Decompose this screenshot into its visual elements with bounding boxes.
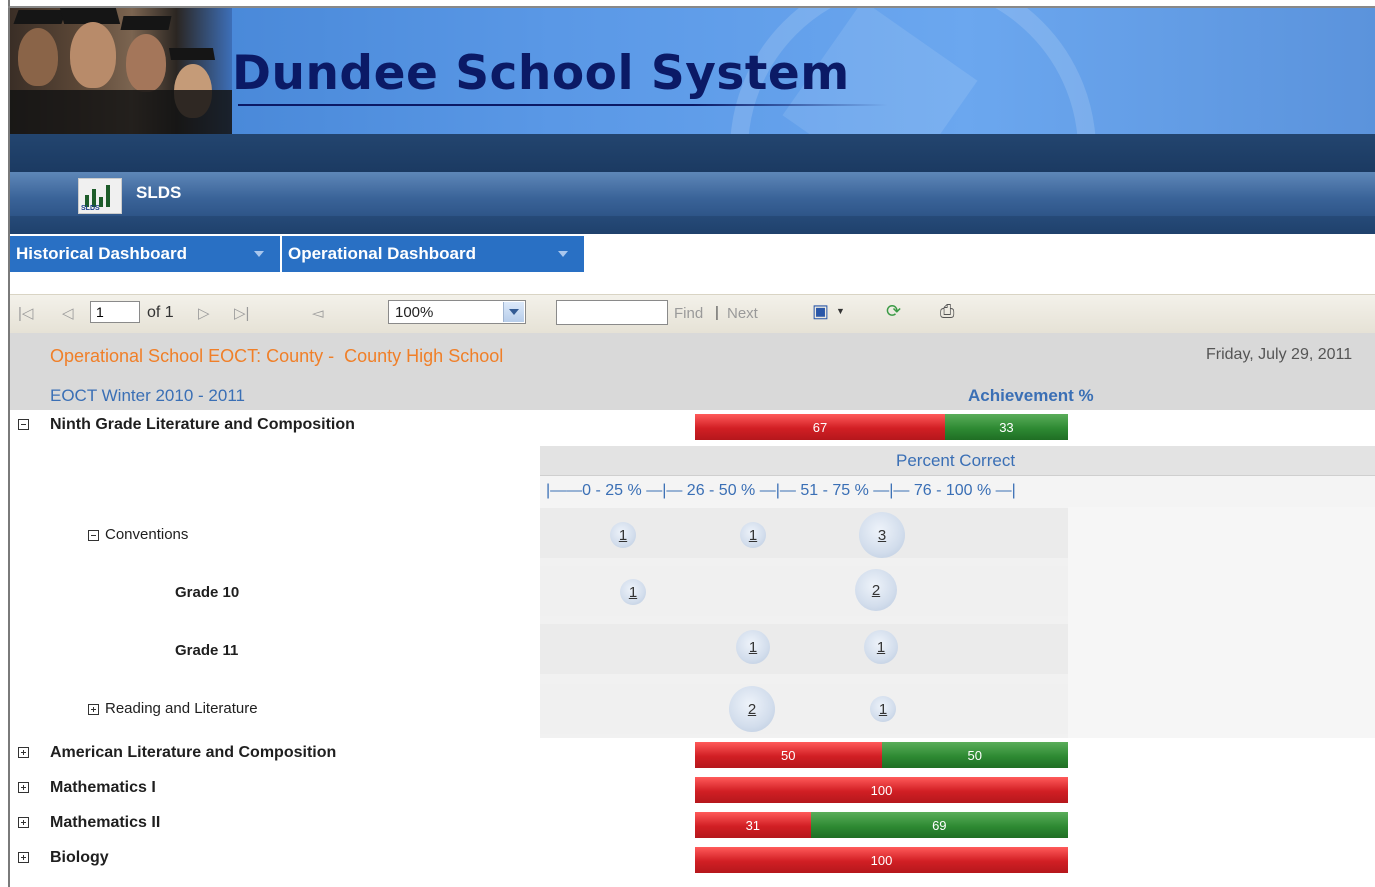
bar-segment-below: 50 xyxy=(695,742,882,768)
find-separator: | xyxy=(715,304,719,321)
nav-operational-dashboard-label: Operational Dashboard xyxy=(288,244,476,263)
report-window: Dundee School System SLDS SLDS Historica… xyxy=(0,0,1375,887)
find-link[interactable]: Find xyxy=(674,305,703,322)
chevron-down-icon[interactable] xyxy=(558,251,568,257)
percent-correct-title: Percent Correct xyxy=(896,451,1016,470)
detail-label: Grade 11 xyxy=(175,642,239,659)
subject-name[interactable]: Mathematics I xyxy=(50,779,156,797)
print-icon[interactable]: ⎙ xyxy=(940,301,954,322)
students-photo xyxy=(10,8,232,134)
bar-segment-below: 100 xyxy=(695,777,1068,803)
count-bubble[interactable]: 1 xyxy=(736,630,770,664)
count-bubble[interactable]: 1 xyxy=(740,522,766,548)
subject-name[interactable]: Mathematics II xyxy=(50,814,160,832)
slds-logo-text: SLDS xyxy=(81,205,100,212)
chevron-down-icon[interactable] xyxy=(254,251,264,257)
detail-label[interactable]: Reading and Literature xyxy=(105,700,258,717)
app-name[interactable]: SLDS xyxy=(136,183,181,203)
detail-label[interactable]: Conventions xyxy=(105,526,188,543)
save-icon[interactable]: ▣ xyxy=(812,301,829,322)
subject-name[interactable]: American Literature and Composition xyxy=(50,744,336,762)
first-page-icon[interactable]: |◁ xyxy=(18,304,33,322)
last-page-icon[interactable]: ▷| xyxy=(234,304,249,322)
collapse-icon[interactable] xyxy=(88,530,99,541)
count-bubble[interactable]: 1 xyxy=(864,630,898,664)
expand-icon[interactable] xyxy=(18,747,29,758)
count-bubble[interactable]: 1 xyxy=(620,579,646,605)
bar-segment-below: 67 xyxy=(695,414,945,440)
count-bubble[interactable]: 2 xyxy=(729,686,775,732)
achievement-header: Achievement % xyxy=(968,386,1094,405)
app-bar-bottom xyxy=(10,216,1375,234)
back-icon[interactable]: ◅ xyxy=(312,304,324,322)
header-strip xyxy=(10,134,1375,172)
count-bubble[interactable]: 2 xyxy=(855,569,897,611)
detail-label: Grade 10 xyxy=(175,584,240,601)
nav-historical-dashboard-label: Historical Dashboard xyxy=(16,244,187,263)
find-text-input[interactable] xyxy=(556,300,668,325)
report-title-school: County High School xyxy=(344,346,504,366)
count-bubble[interactable]: 1 xyxy=(870,696,896,722)
next-link[interactable]: Next xyxy=(727,305,758,322)
percent-scale: |——0 - 25 % —|— 26 - 50 % —|— 51 - 75 % … xyxy=(546,482,1016,499)
report-header: Operational School EOCT: County - County … xyxy=(10,333,1375,410)
achievement-bar: 31 69 xyxy=(695,812,1068,838)
refresh-icon[interactable]: ⟳ xyxy=(886,301,901,322)
slds-logo-icon[interactable]: SLDS xyxy=(78,178,122,214)
subject-name[interactable]: Ninth Grade Literature and Composition xyxy=(50,416,355,434)
zoom-value: 100% xyxy=(395,304,434,321)
window-border-top xyxy=(8,6,1375,8)
page-count: of 1 xyxy=(147,304,174,321)
bar-segment-below: 100 xyxy=(695,847,1068,873)
report-title: Operational School EOCT: County - County … xyxy=(50,346,503,367)
report-toolbar: |◁ ◁ of 1 ▷ ▷| ◅ 100% Find | Next ▣ ▼ ⟳ … xyxy=(10,294,1375,333)
expand-icon[interactable] xyxy=(18,852,29,863)
nav-operational-dashboard[interactable]: Operational Dashboard xyxy=(282,236,586,272)
report-subtitle: EOCT Winter 2010 - 2011 xyxy=(50,386,245,405)
bar-segment-above: 33 xyxy=(944,414,1068,440)
bar-segment-below: 31 xyxy=(695,812,811,838)
subject-name[interactable]: Biology xyxy=(50,849,109,867)
achievement-bar: 100 xyxy=(695,777,1068,803)
title-underline xyxy=(238,104,888,106)
achievement-bar: 50 50 xyxy=(695,742,1068,768)
export-dropdown-icon[interactable]: ▼ xyxy=(836,306,845,316)
window-border-left xyxy=(8,0,10,887)
nav-historical-dashboard[interactable]: Historical Dashboard xyxy=(10,236,282,272)
count-bubble[interactable]: 1 xyxy=(610,522,636,548)
report-date: Friday, July 29, 2011 xyxy=(1206,346,1353,363)
zoom-select[interactable]: 100% xyxy=(388,300,526,324)
panel-right-area xyxy=(1068,507,1375,738)
bar-segment-above: 69 xyxy=(810,812,1068,838)
bar-segment-above: 50 xyxy=(881,742,1068,768)
achievement-bar: 100 xyxy=(695,847,1068,873)
expand-icon[interactable] xyxy=(18,817,29,828)
site-title: Dundee School System xyxy=(232,46,850,101)
achievement-bar: 67 33 xyxy=(695,414,1068,440)
expand-icon[interactable] xyxy=(88,704,99,715)
expand-icon[interactable] xyxy=(18,782,29,793)
app-bar xyxy=(10,172,1375,216)
report-title-county: Operational School EOCT: County - xyxy=(50,346,335,366)
collapse-icon[interactable] xyxy=(18,419,29,430)
prev-page-icon[interactable]: ◁ xyxy=(62,304,74,322)
next-page-icon[interactable]: ▷ xyxy=(198,304,210,322)
page-number-input[interactable] xyxy=(90,301,140,323)
percent-correct-header-bg: Percent Correct xyxy=(540,446,1375,475)
count-bubble[interactable]: 3 xyxy=(859,512,905,558)
chevron-down-icon[interactable] xyxy=(503,302,524,322)
banner: Dundee School System xyxy=(10,8,1375,134)
